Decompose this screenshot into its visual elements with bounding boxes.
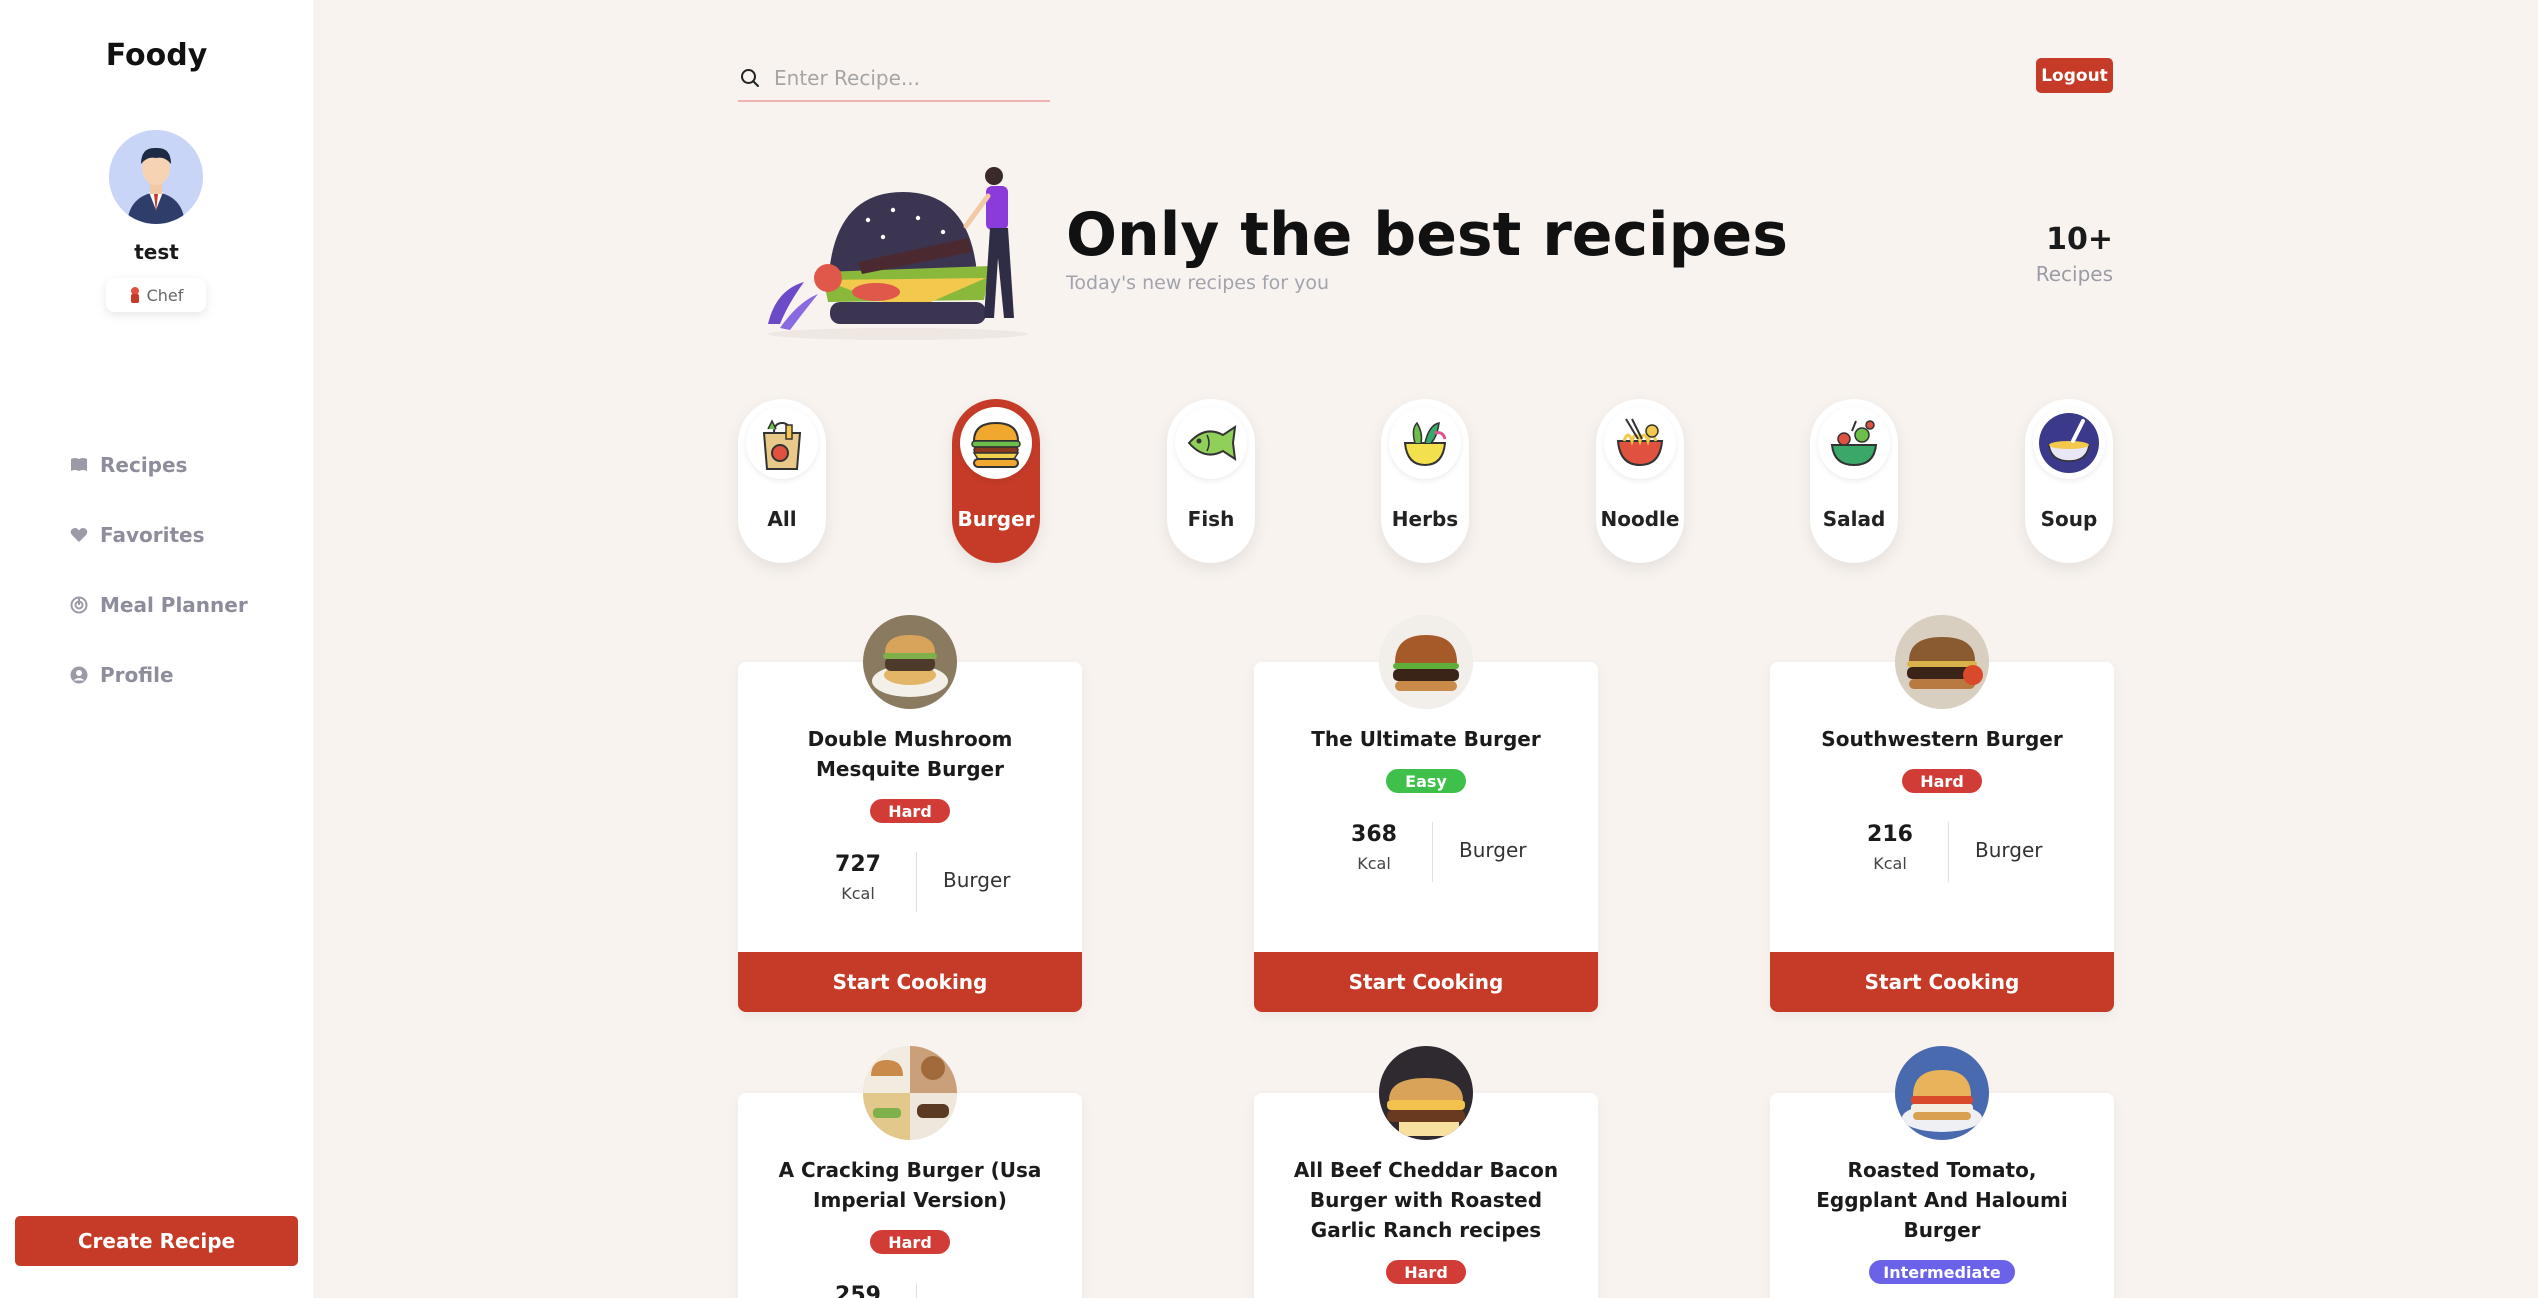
noodle-icon — [1604, 407, 1676, 479]
brand-logo: Foody — [105, 38, 208, 73]
difficulty-badge: Intermediate — [1869, 1260, 2015, 1284]
planner-icon — [70, 596, 88, 614]
recipe-card[interactable]: Roasted Tomato, Eggplant And Haloumi Burge… — [1770, 1046, 2114, 1298]
kcal-value: 216 — [1867, 822, 1913, 847]
recipe-title: Roasted Tomato, Eggplant And Haloumi Burge… — [1816, 1158, 2068, 1242]
category-herbs[interactable]: Herbs — [1381, 399, 1469, 563]
grocery-bag-icon — [746, 407, 818, 479]
category-salad[interactable]: Salad — [1810, 399, 1898, 563]
username: test — [134, 240, 179, 264]
recipe-image — [1895, 1046, 1989, 1140]
category-all[interactable]: All — [738, 399, 826, 563]
herbs-icon — [1389, 407, 1461, 479]
recipe-image — [1379, 1046, 1473, 1140]
heart-icon — [70, 528, 88, 542]
sidebar: Foody test Chef Recipes Favorites Meal P… — [0, 0, 313, 1298]
recipe-image — [1379, 615, 1473, 709]
recipe-category: Burger — [943, 868, 1011, 892]
recipe-title: A Cracking Burger (Usa Imperial Version) — [778, 1158, 1042, 1212]
nav-label-meal-planner: Meal Planner — [100, 593, 248, 617]
logout-button[interactable]: Logout — [2036, 58, 2113, 93]
hero-subtitle: Today's new recipes for you — [1066, 272, 1329, 294]
search-icon — [741, 69, 759, 87]
fish-icon — [1175, 407, 1247, 479]
category-label: Noodle — [1600, 507, 1680, 531]
category-label: All — [767, 507, 797, 531]
chef-icon — [130, 287, 139, 303]
category-burger[interactable]: Burger — [952, 399, 1040, 563]
divider — [916, 852, 917, 912]
start-cooking-button[interactable]: Start Cooking — [1770, 952, 2114, 1012]
difficulty-badge: Hard — [870, 1230, 950, 1254]
divider — [916, 1283, 917, 1298]
nav-label-recipes: Recipes — [100, 453, 188, 477]
create-recipe-button[interactable]: Create Recipe — [15, 1216, 298, 1266]
category-filter: All Burger Fish Herbs Noodle Salad Soup — [738, 399, 2113, 563]
recipe-image — [1895, 615, 1989, 709]
recipe-stats: 216 Kcal Burger — [1770, 822, 2114, 882]
salad-icon — [1818, 407, 1890, 479]
start-cooking-button[interactable]: Start Cooking — [1254, 952, 1598, 1012]
recipe-card[interactable]: Double Mushroom Mesquite Burger Hard 727 … — [738, 615, 1082, 1012]
category-label: Salad — [1822, 507, 1886, 531]
divider — [1432, 822, 1433, 882]
nav-item-meal-planner[interactable]: Meal Planner — [70, 570, 248, 640]
role-label: Chef — [146, 285, 184, 305]
hero-title: Only the best recipes — [1066, 200, 1788, 270]
recipe-image — [863, 615, 957, 709]
start-cooking-button[interactable]: Start Cooking — [738, 952, 1082, 1012]
recipe-category: Burger — [1975, 838, 2043, 862]
soup-icon — [2033, 407, 2105, 479]
recipe-title: All Beef Cheddar Bacon Burger with Roaste… — [1293, 1158, 1559, 1242]
kcal-unit: Kcal — [1873, 854, 1907, 873]
book-icon — [71, 458, 87, 471]
sidebar-nav: Recipes Favorites Meal Planner Profile — [70, 430, 248, 710]
kcal-unit: Kcal — [1357, 854, 1391, 873]
category-noodle[interactable]: Noodle — [1596, 399, 1684, 563]
nav-label-profile: Profile — [100, 663, 174, 687]
category-label: Herbs — [1391, 507, 1459, 531]
recipe-count-label: Recipes — [2035, 262, 2113, 286]
difficulty-badge: Hard — [1902, 769, 1982, 793]
kcal-unit: Kcal — [841, 884, 875, 903]
recipe-stats: 368 Kcal Burger — [1254, 822, 1598, 882]
kcal-value: 727 — [835, 852, 881, 877]
recipe-card[interactable]: A Cracking Burger (Usa Imperial Version) … — [738, 1046, 1082, 1298]
recipe-stats: 259 — [738, 1283, 1082, 1298]
nav-item-profile[interactable]: Profile — [70, 640, 248, 710]
kcal-value: 368 — [1351, 822, 1397, 847]
hero-burger-illustration — [758, 162, 1048, 342]
search-input[interactable] — [774, 66, 1034, 90]
recipe-title: The Ultimate Burger — [1311, 727, 1541, 751]
kcal-value: 259 — [835, 1283, 881, 1298]
recipe-category: Burger — [1459, 838, 1527, 862]
difficulty-badge: Hard — [870, 799, 950, 823]
divider — [1948, 822, 1949, 882]
recipe-image — [863, 1046, 957, 1140]
nav-label-favorites: Favorites — [100, 523, 205, 547]
role-badge: Chef — [106, 278, 206, 312]
avatar[interactable] — [109, 130, 203, 224]
nav-item-favorites[interactable]: Favorites — [70, 500, 248, 570]
search-bar — [738, 56, 1050, 102]
category-fish[interactable]: Fish — [1167, 399, 1255, 563]
burger-icon — [960, 407, 1032, 479]
recipe-title: Southwestern Burger — [1821, 727, 2063, 751]
nav-item-recipes[interactable]: Recipes — [70, 430, 248, 500]
recipe-card[interactable]: The Ultimate Burger Easy 368 Kcal Burger… — [1254, 615, 1598, 1012]
recipe-title: Double Mushroom Mesquite Burger — [807, 727, 1013, 781]
category-label: Fish — [1187, 507, 1235, 531]
category-label: Burger — [957, 507, 1035, 531]
category-label: Soup — [2040, 507, 2098, 531]
category-soup[interactable]: Soup — [2025, 399, 2113, 563]
recipe-card[interactable]: All Beef Cheddar Bacon Burger with Roaste… — [1254, 1046, 1598, 1298]
recipe-card[interactable]: Southwestern Burger Hard 216 Kcal Burger… — [1770, 615, 2114, 1012]
difficulty-badge: Hard — [1386, 1260, 1466, 1284]
user-icon — [70, 666, 88, 684]
difficulty-badge: Easy — [1386, 769, 1466, 793]
recipe-count: 10+ — [2046, 222, 2113, 257]
recipe-stats: 727 Kcal Burger — [738, 852, 1082, 912]
